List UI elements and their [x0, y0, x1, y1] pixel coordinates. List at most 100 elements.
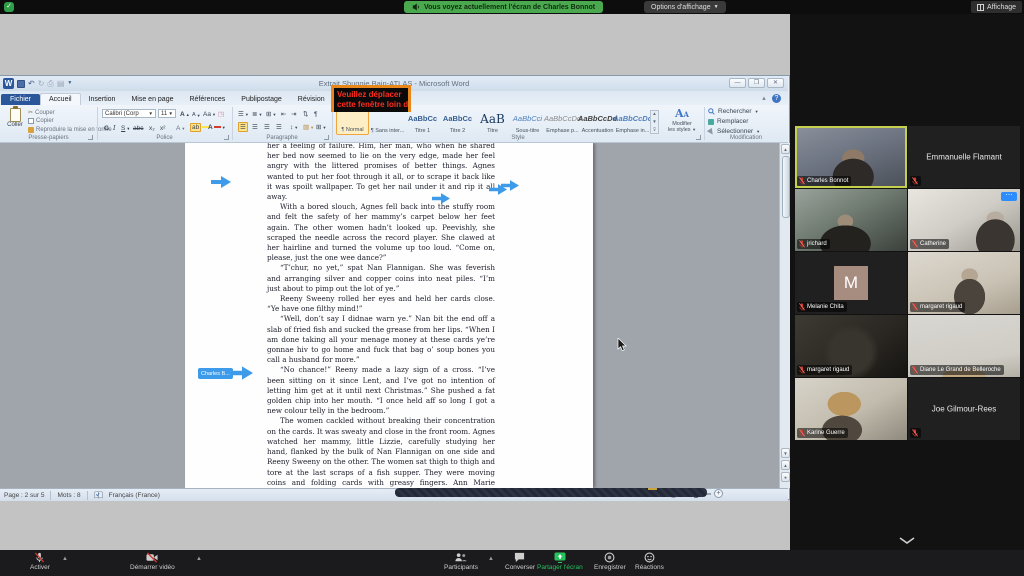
sort-button[interactable]: ⇅ — [303, 109, 308, 119]
participants-button[interactable]: Participants — [444, 552, 478, 571]
select-button[interactable]: Sélectionner▼ — [708, 128, 760, 135]
mic-options-caret[interactable]: ▲ — [62, 556, 68, 562]
underline-button[interactable]: S▼ — [121, 123, 130, 133]
unmute-button[interactable]: Activer — [30, 552, 50, 571]
borders-button[interactable]: ⊞▼ — [316, 122, 326, 132]
scroll-up-button[interactable]: ▲ — [781, 144, 790, 154]
scroll-down-button[interactable]: ▼ — [781, 448, 790, 458]
participant-tile[interactable]: margaret rigaud — [908, 252, 1020, 314]
collapse-ribbon-icon[interactable]: ▲ — [761, 96, 767, 102]
text-effects-button[interactable]: A▼ — [176, 123, 185, 133]
minimize-button[interactable]: — — [729, 78, 746, 88]
style-chip-emphase-pale[interactable]: AaBbCcDd Emphase p... — [546, 109, 579, 135]
word-count[interactable]: Mots : 8 — [57, 492, 80, 499]
participant-tile[interactable]: M Melanie Chita — [795, 252, 907, 314]
tab-insertion[interactable]: Insertion — [81, 94, 124, 105]
style-gallery-scroll[interactable]: ▲▼⊽ — [650, 110, 659, 134]
style-chip-titre2[interactable]: AaBbCc Titre 2 — [441, 109, 474, 135]
select-browse-button[interactable]: ● — [781, 472, 790, 482]
style-chip-titre1[interactable]: AaBbCc Titre 1 — [406, 109, 439, 135]
italic-button[interactable]: I — [113, 123, 116, 133]
security-shield-icon[interactable]: ✓ — [4, 2, 14, 12]
participant-tile[interactable]: Emmanuelle Flamant — [908, 126, 1020, 188]
subscript-button[interactable]: x₂ — [149, 123, 155, 133]
start-video-button[interactable]: Démarrer vidéo — [130, 552, 175, 571]
scrollbar-thumb[interactable] — [782, 156, 790, 218]
help-icon[interactable]: ? — [772, 94, 781, 103]
style-chip-normal[interactable]: ¶ Normal — [336, 109, 369, 135]
superscript-button[interactable]: x² — [160, 123, 165, 133]
shading-button[interactable]: ▨▼ — [303, 122, 314, 132]
clipboard-dialog-launcher[interactable] — [88, 135, 93, 140]
multilevel-list-button[interactable]: ⊞▼ — [266, 109, 276, 119]
participant-more-button[interactable]: ⋯ — [1001, 192, 1017, 201]
document-page[interactable]: her a feeling of failure. Him, her man, … — [185, 143, 593, 488]
reactions-button[interactable]: Réactions — [635, 552, 664, 571]
previous-page-button[interactable]: ▲ — [781, 460, 790, 470]
style-dialog-launcher[interactable] — [696, 135, 701, 140]
font-dialog-launcher[interactable] — [224, 135, 229, 140]
change-case-button[interactable]: Aa▼ — [203, 109, 216, 119]
tab-fichier[interactable]: Fichier — [1, 94, 40, 105]
font-size-select[interactable]: 11▼ — [158, 109, 176, 118]
share-screen-button[interactable]: Partager l'écran — [537, 552, 583, 571]
justify-button[interactable]: ☰ — [276, 122, 282, 132]
collapse-gallery-button[interactable] — [893, 534, 921, 548]
document-area[interactable]: her a feeling of failure. Him, her man, … — [0, 143, 779, 488]
tab-mise-en-page[interactable]: Mise en page — [123, 94, 181, 105]
decrease-indent-button[interactable]: ⇤ — [281, 109, 286, 119]
tab-revision[interactable]: Révision — [290, 94, 333, 105]
line-spacing-button[interactable]: ↕▼ — [290, 122, 298, 132]
align-left-button[interactable]: ☰ — [238, 122, 248, 132]
format-painter-button[interactable]: Reproduire la mise en forme — [28, 127, 112, 133]
style-chip-emphase-intense[interactable]: AaBbCcDc Emphase in... — [616, 109, 649, 135]
paragraph-dialog-launcher[interactable] — [324, 135, 329, 140]
participant-tile[interactable]: Joe Gilmour-Rees — [908, 378, 1020, 440]
close-button[interactable]: ✕ — [767, 78, 784, 88]
language-indicator[interactable]: Français (France) — [109, 492, 160, 499]
participant-tile[interactable]: Diane Le Grand de Belleroche — [908, 315, 1020, 377]
replace-button[interactable]: Remplacer — [708, 118, 748, 125]
style-chip-sans-interligne[interactable]: ¶ Sans inter... — [371, 109, 404, 135]
cut-button[interactable]: ✂ Couper — [28, 109, 55, 116]
shrink-font-button[interactable]: A▼ — [192, 110, 201, 120]
align-right-button[interactable]: ☰ — [264, 122, 270, 132]
align-center-button[interactable]: ☰ — [252, 122, 258, 132]
copy-button[interactable]: Copier — [28, 118, 54, 124]
view-button[interactable]: Affichage — [971, 1, 1022, 13]
paste-button[interactable]: Coller — [5, 108, 25, 134]
participant-tile[interactable]: jrichard — [795, 189, 907, 251]
bullets-button[interactable]: ☰▼ — [238, 109, 249, 119]
page-indicator[interactable]: Page : 2 sur 5 — [4, 492, 44, 499]
vertical-scrollbar[interactable]: ▲ ▼ ▲ ● — [779, 143, 790, 488]
strikethrough-button[interactable]: abc — [133, 123, 143, 133]
style-chip-sous-titre[interactable]: AaBbCci Sous-titre — [511, 109, 544, 135]
highlight-button[interactable]: ab — [190, 122, 209, 132]
participant-tile[interactable]: margaret rigaud — [795, 315, 907, 377]
tab-references[interactable]: Références — [181, 94, 233, 105]
participants-options-caret[interactable]: ▲ — [488, 556, 494, 562]
font-name-select[interactable]: Calibri (Corp▼ — [102, 109, 156, 118]
style-chip-titre[interactable]: AaB Titre — [476, 109, 509, 135]
tab-accueil[interactable]: Accueil — [40, 93, 81, 105]
zoom-in-button[interactable]: + — [714, 489, 723, 498]
change-styles-button[interactable]: AA Modifier les styles ▼ — [664, 108, 700, 138]
record-button[interactable]: Enregistrer — [594, 552, 626, 571]
participant-tile[interactable]: Charles Bonnot — [795, 126, 907, 188]
font-color-button[interactable]: A▼ — [208, 122, 226, 132]
participant-tile[interactable]: Karine Guerre — [795, 378, 907, 440]
clear-format-button[interactable]: ◳ — [218, 109, 224, 119]
display-options-button[interactable]: Options d'affichage ▼ — [644, 1, 726, 13]
numbering-button[interactable]: ≣▼ — [252, 109, 262, 119]
proofing-icon[interactable] — [94, 491, 103, 499]
increase-indent-button[interactable]: ⇥ — [291, 109, 296, 119]
find-button[interactable]: Rechercher▼ — [708, 108, 759, 115]
video-options-caret[interactable]: ▲ — [196, 556, 202, 562]
chat-button[interactable]: Converser — [505, 552, 535, 571]
grow-font-button[interactable]: A▲ — [180, 109, 190, 119]
show-marks-button[interactable]: ¶ — [314, 109, 318, 119]
tab-publipostage[interactable]: Publipostage — [233, 94, 289, 105]
restore-button[interactable]: ❐ — [748, 78, 765, 88]
style-chip-accentuation[interactable]: AaBbCcDd Accentuation — [581, 109, 614, 135]
bold-button[interactable]: G — [104, 123, 109, 133]
